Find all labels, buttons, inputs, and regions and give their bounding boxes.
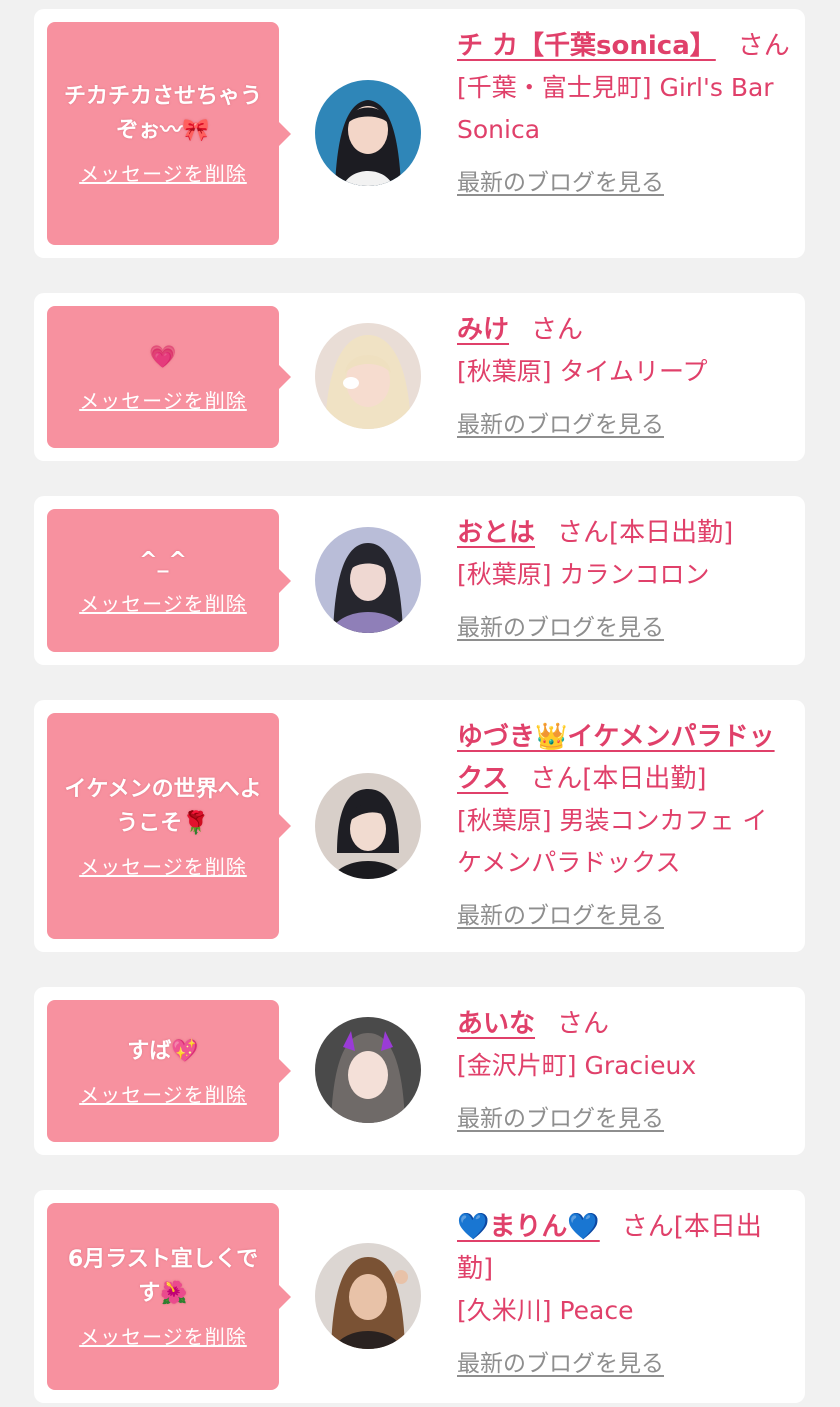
- delete-message-link[interactable]: メッセージを削除: [79, 1079, 247, 1108]
- honorific: さん: [621, 1212, 674, 1242]
- latest-blog-link[interactable]: 最新のブログを見る: [457, 896, 664, 930]
- avatar[interactable]: [315, 323, 421, 429]
- honorific: さん: [557, 1009, 610, 1039]
- avatar-image: [315, 527, 421, 633]
- shop-label: [秋葉原] 男装コンカフェ イケメンパラドックス: [457, 806, 768, 877]
- list-item: 6月ラスト宜しくです🌺 メッセージを削除 💙まりん💙 さん[本日出勤] [久米川]…: [34, 1190, 805, 1403]
- latest-blog-link[interactable]: 最新のブログを見る: [457, 163, 664, 197]
- message-text: イケメンの世界へようこそ🌹: [64, 776, 262, 836]
- message-text: ^_^: [139, 548, 187, 573]
- shop-label: [千葉・富士見町] Girl's Bar Sonica: [457, 73, 774, 144]
- entry-info: みけ さん [秋葉原] タイムリープ 最新のブログを見る: [457, 309, 791, 439]
- latest-blog-link[interactable]: 最新のブログを見る: [457, 405, 664, 439]
- cast-name-link[interactable]: おとは: [457, 518, 535, 548]
- message-text: 6月ラスト宜しくです🌺: [67, 1247, 259, 1306]
- message-text: 💗: [149, 344, 177, 370]
- delete-message-link[interactable]: メッセージを削除: [79, 588, 247, 617]
- message-text: チカチカさせちゃうぞぉ〰🎀: [63, 84, 262, 143]
- delete-message-link[interactable]: メッセージを削除: [79, 385, 247, 414]
- avatar[interactable]: [315, 527, 421, 633]
- latest-blog-link[interactable]: 最新のブログを見る: [457, 1344, 664, 1378]
- status-badge: [本日出勤]: [609, 518, 734, 548]
- honorific: さん: [737, 31, 790, 61]
- list-item: すば💖 メッセージを削除 あいな さん [金沢片町] Gracieux 最新のブロ…: [34, 987, 805, 1155]
- latest-blog-link[interactable]: 最新のブログを見る: [457, 608, 664, 642]
- list-item: ^_^ メッセージを削除 おとは さん[本日出勤] [秋葉原] カランコロン 最新…: [34, 496, 805, 665]
- avatar-image: [315, 80, 421, 186]
- shop-label: [金沢片町] Gracieux: [457, 1051, 697, 1080]
- cast-name-link[interactable]: あいな: [457, 1009, 535, 1039]
- honorific: さん: [531, 315, 584, 345]
- honorific: さん: [557, 518, 610, 548]
- avatar-image: [315, 1017, 421, 1123]
- list-item: 💗 メッセージを削除 みけ さん [秋葉原] タイムリープ 最新のブログを見る: [34, 293, 805, 461]
- message-bubble: イケメンの世界へようこそ🌹 メッセージを削除: [47, 713, 291, 939]
- delete-message-link[interactable]: メッセージを削除: [79, 158, 247, 187]
- message-bubble: 6月ラスト宜しくです🌺 メッセージを削除: [47, 1203, 291, 1390]
- message-text: すば💖: [127, 1038, 199, 1064]
- cast-name-link[interactable]: チ カ【千葉sonica】: [457, 31, 716, 61]
- avatar[interactable]: [315, 80, 421, 186]
- entry-info: あいな さん [金沢片町] Gracieux 最新のブログを見る: [457, 1003, 791, 1133]
- delete-message-link[interactable]: メッセージを削除: [79, 851, 247, 880]
- list-item: イケメンの世界へようこそ🌹 メッセージを削除 ゆづき👑イケメンパラドックス さん[…: [34, 700, 805, 952]
- avatar-image: [315, 773, 421, 879]
- entry-info: おとは さん[本日出勤] [秋葉原] カランコロン 最新のブログを見る: [457, 512, 791, 642]
- avatar-image: [315, 323, 421, 429]
- entry-info: ゆづき👑イケメンパラドックス さん[本日出勤] [秋葉原] 男装コンカフェ イケメ…: [457, 716, 791, 930]
- delete-message-link[interactable]: メッセージを削除: [79, 1321, 247, 1350]
- message-bubble: チカチカさせちゃうぞぉ〰🎀 メッセージを削除: [47, 22, 291, 245]
- avatar-image: [315, 1243, 421, 1349]
- avatar[interactable]: [315, 1243, 421, 1349]
- latest-blog-link[interactable]: 最新のブログを見る: [457, 1099, 664, 1133]
- shop-label: [秋葉原] カランコロン: [457, 560, 710, 589]
- message-list: チカチカさせちゃうぞぉ〰🎀 メッセージを削除 チ カ【千葉sonica】 さん […: [0, 0, 840, 1407]
- shop-label: [久米川] Peace: [457, 1296, 634, 1325]
- entry-info: チ カ【千葉sonica】 さん [千葉・富士見町] Girl's Bar Son…: [457, 25, 791, 197]
- list-item: チカチカさせちゃうぞぉ〰🎀 メッセージを削除 チ カ【千葉sonica】 さん […: [34, 9, 805, 258]
- message-bubble: ^_^ メッセージを削除: [47, 509, 291, 652]
- cast-name-link[interactable]: みけ: [457, 315, 509, 345]
- honorific: さん: [530, 764, 583, 794]
- message-bubble: 💗 メッセージを削除: [47, 306, 291, 448]
- entry-info: 💙まりん💙 さん[本日出勤] [久米川] Peace 最新のブログを見る: [457, 1206, 791, 1378]
- shop-label: [秋葉原] タイムリープ: [457, 357, 708, 386]
- avatar[interactable]: [315, 773, 421, 879]
- message-bubble: すば💖 メッセージを削除: [47, 1000, 291, 1142]
- avatar[interactable]: [315, 1017, 421, 1123]
- cast-name-link[interactable]: 💙まりん💙: [457, 1212, 600, 1242]
- status-badge: [本日出勤]: [582, 764, 707, 794]
